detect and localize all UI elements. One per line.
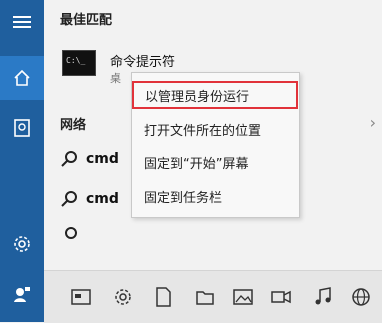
home-icon[interactable]: [0, 56, 44, 100]
hamburger-icon[interactable]: [0, 0, 44, 44]
folder-icon[interactable]: [194, 286, 216, 308]
best-match-title: 命令提示符: [110, 55, 176, 70]
left-rail: [0, 0, 44, 322]
video-icon[interactable]: [270, 286, 292, 308]
settings-icon[interactable]: [0, 222, 44, 266]
chevron-right-icon[interactable]: ›: [370, 113, 376, 132]
pin-to-taskbar-item[interactable]: 固定到任务栏: [133, 182, 297, 210]
web-icon[interactable]: [350, 286, 372, 308]
best-match-heading: 最佳匹配: [60, 13, 113, 28]
photo-icon[interactable]: [232, 286, 254, 308]
document-icon[interactable]: [152, 286, 174, 308]
search-icon: [61, 151, 77, 167]
run-as-admin-item[interactable]: 以管理员身份运行: [132, 81, 298, 109]
user-feedback-icon[interactable]: [0, 272, 44, 316]
pin-to-start-item[interactable]: 固定到“开始”屏幕: [133, 148, 297, 176]
web-result-text: cmd: [86, 191, 119, 207]
music-icon[interactable]: [312, 286, 334, 308]
web-result-text: cmd: [86, 151, 119, 167]
web-heading: 网络: [60, 118, 87, 133]
settings-icon[interactable]: [112, 286, 134, 308]
search-icon: [61, 191, 77, 207]
command-prompt-icon: C:\_: [62, 50, 96, 76]
context-menu: 以管理员身份运行 打开文件所在的位置 固定到“开始”屏幕 固定到任务栏: [131, 72, 300, 218]
tablet-icon[interactable]: [70, 286, 92, 308]
best-match-subtitle: 桌: [110, 72, 121, 85]
open-file-location-item[interactable]: 打开文件所在的位置: [133, 115, 297, 143]
filter-bar: [44, 270, 382, 323]
web-result-partial[interactable]: [60, 222, 180, 248]
notebook-icon[interactable]: [0, 106, 44, 150]
search-icon: [65, 227, 77, 239]
